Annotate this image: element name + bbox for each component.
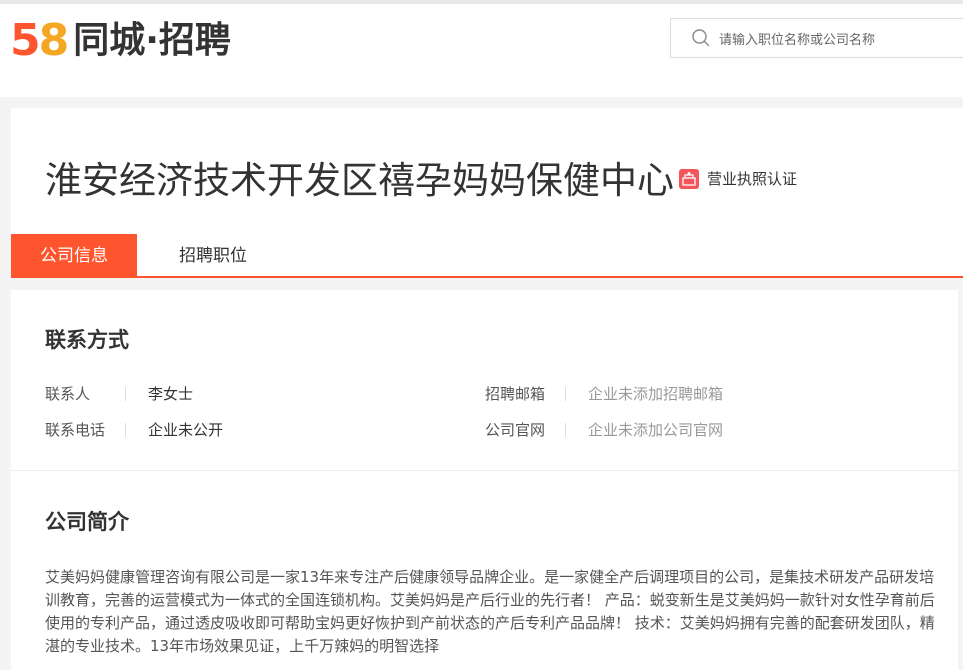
logo-digit-5: 5	[10, 15, 41, 66]
contact-phone-value: 企业未公开	[148, 421, 224, 439]
contact-person-label: 联系人	[45, 385, 91, 403]
separator	[565, 386, 566, 401]
license-label: 营业执照认证	[707, 170, 798, 188]
contact-person-row: 联系人 李女士	[45, 383, 193, 404]
contact-person-value: 李女士	[148, 385, 194, 403]
license-icon	[679, 168, 699, 189]
tab-jobs[interactable]: 招聘职位	[153, 234, 273, 278]
separator	[565, 422, 566, 437]
contact-title: 联系方式	[45, 328, 129, 352]
company-website-value: 企业未添加公司官网	[588, 421, 724, 439]
contact-phone-row: 联系电话 企业未公开	[45, 419, 223, 440]
tab-underline	[11, 276, 963, 278]
tab-bar: 公司信息 招聘职位	[11, 234, 963, 278]
search-icon	[692, 29, 710, 47]
search-box[interactable]: 请输入职位名称或公司名称	[670, 18, 963, 58]
separator	[125, 422, 126, 437]
site-header: 5 8 同城·招聘 请输入职位名称或公司名称	[0, 4, 963, 97]
company-name: 淮安经济技术开发区禧孕妈妈保健中心	[45, 159, 674, 202]
intro-title: 公司简介	[45, 510, 129, 534]
separator	[125, 386, 126, 401]
info-card: 联系方式 联系人 李女士 招聘邮箱 企业未添加招聘邮箱 联系电话 企业未公开 公…	[11, 290, 958, 670]
recruit-email-label: 招聘邮箱	[485, 385, 546, 403]
contact-phone-label: 联系电话	[45, 421, 106, 439]
intro-text: 艾美妈妈健康管理咨询有限公司是一家13年来专注产后健康领导品牌企业。是一家健全产…	[45, 568, 935, 655]
recruit-email-row: 招聘邮箱 企业未添加招聘邮箱	[485, 383, 723, 404]
recruit-email-value: 企业未添加招聘邮箱	[588, 385, 724, 403]
company-website-label: 公司官网	[485, 421, 546, 439]
tab-company-info[interactable]: 公司信息	[11, 234, 137, 278]
logo-digit-8: 8	[38, 15, 70, 66]
license-badge[interactable]: 营业执照认证	[679, 168, 797, 189]
site-logo[interactable]: 5 8 同城·招聘	[10, 16, 231, 66]
section-divider	[11, 470, 958, 471]
logo-text: 同城·招聘	[73, 20, 231, 61]
search-input[interactable]: 请输入职位名称或公司名称	[719, 29, 875, 48]
company-website-row: 公司官网 企业未添加公司官网	[485, 419, 723, 440]
company-card: 淮安经济技术开发区禧孕妈妈保健中心 营业执照认证 公司信息 招聘职位	[11, 108, 963, 278]
